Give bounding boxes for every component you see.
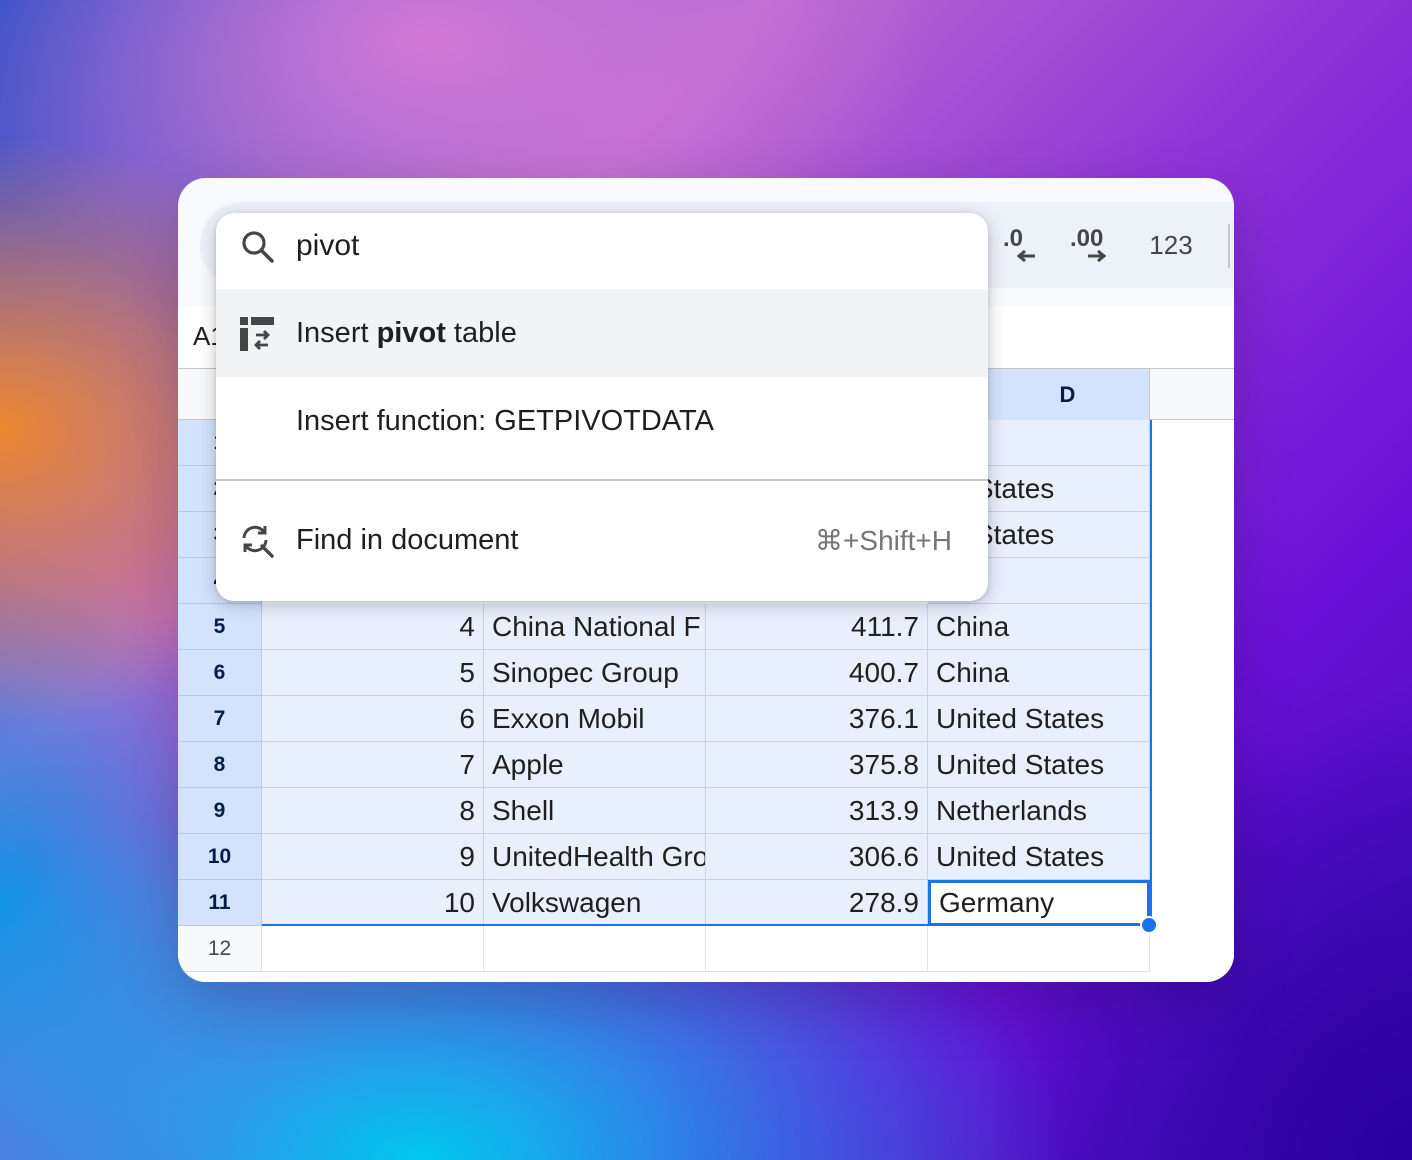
table-row: 11 10 Volkswagen 278.9 Germany (178, 880, 1234, 926)
cell-d[interactable]: United States (928, 834, 1150, 880)
cell-b[interactable]: Sinopec Group (484, 650, 706, 696)
cell-a[interactable] (262, 926, 484, 972)
increase-decimal-button[interactable]: .00 (1066, 202, 1116, 288)
find-in-document-label: Find in document (296, 523, 519, 556)
cell-d[interactable]: United States (928, 696, 1150, 742)
cell-b[interactable]: Exxon Mobil (484, 696, 706, 742)
cell-a[interactable]: 9 (262, 834, 484, 880)
row-header[interactable]: 6 (178, 650, 262, 696)
svg-text:.00: .00 (1070, 225, 1103, 252)
cell-a[interactable]: 6 (262, 696, 484, 742)
cell-d[interactable] (928, 926, 1150, 972)
find-in-document-option[interactable]: Find in document ⌘+Shift+H (216, 496, 988, 584)
cell-c[interactable]: 278.9 (706, 880, 928, 926)
cell-c[interactable] (706, 926, 928, 972)
cell-c[interactable]: 400.7 (706, 650, 928, 696)
table-row: 10 9 UnitedHealth Gro 306.6 United State… (178, 834, 1234, 880)
cell-d[interactable]: United States (928, 742, 1150, 788)
table-row: 6 5 Sinopec Group 400.7 China (178, 650, 1234, 696)
more-formats-label: 123 (1149, 229, 1193, 260)
row-header[interactable]: 12 (178, 926, 262, 972)
cell-a[interactable]: 5 (262, 650, 484, 696)
search-icon (242, 231, 274, 263)
decrease-decimal-icon: .0 (1003, 225, 1035, 263)
row-header[interactable]: 10 (178, 834, 262, 880)
cell-d[interactable]: China (928, 604, 1150, 650)
table-row: 5 4 China National F 411.7 China (178, 604, 1234, 650)
table-row: 12 (178, 926, 1234, 972)
cell-b[interactable] (484, 926, 706, 972)
cell-b[interactable]: China National F (484, 604, 706, 650)
cell-d[interactable]: China (928, 650, 1150, 696)
row-header[interactable]: 11 (178, 880, 262, 926)
pivot-table-icon (240, 317, 274, 351)
more-formats-button[interactable]: 123 (1140, 202, 1202, 288)
cell-c[interactable]: 375.8 (706, 742, 928, 788)
cell-b[interactable]: Apple (484, 742, 706, 788)
table-row: 7 6 Exxon Mobil 376.1 United States (178, 696, 1234, 742)
insert-getpivotdata-option[interactable]: Insert function: GETPIVOTDATA (216, 377, 988, 465)
cell-a[interactable]: 10 (262, 880, 484, 926)
row-header[interactable]: 8 (178, 742, 262, 788)
toolbar-divider (1228, 224, 1230, 268)
decrease-decimal-button[interactable]: .0 (998, 202, 1044, 288)
row-header[interactable]: 7 (178, 696, 262, 742)
fill-handle[interactable] (1140, 916, 1158, 934)
cell-c[interactable]: 306.6 (706, 834, 928, 880)
row-header[interactable]: 9 (178, 788, 262, 834)
cell-a[interactable]: 8 (262, 788, 484, 834)
menu-divider (216, 479, 988, 481)
increase-decimal-icon: .00 (1070, 225, 1107, 263)
svg-text:.0: .0 (1003, 225, 1023, 252)
insert-pivot-table-option[interactable]: Insert pivot table (216, 289, 988, 377)
cell-b[interactable]: Volkswagen (484, 880, 706, 926)
table-row: 8 7 Apple 375.8 United States (178, 742, 1234, 788)
search-input[interactable] (296, 223, 956, 269)
cell-b[interactable]: Shell (484, 788, 706, 834)
cell-c[interactable]: 411.7 (706, 604, 928, 650)
cell-c[interactable]: 313.9 (706, 788, 928, 834)
cell-b[interactable]: UnitedHealth Gro (484, 834, 706, 880)
cell-a[interactable]: 4 (262, 604, 484, 650)
insert-getpivotdata-label: Insert function: GETPIVOTDATA (296, 404, 714, 437)
cell-d[interactable]: Netherlands (928, 788, 1150, 834)
find-shortcut: ⌘+Shift+H (815, 524, 952, 556)
search-menus-popup: Insert pivot table Insert function: GETP… (216, 213, 988, 601)
column-header-d[interactable]: D (986, 369, 1150, 421)
insert-pivot-table-label: Insert pivot table (296, 316, 517, 349)
table-row: 9 8 Shell 313.9 Netherlands (178, 788, 1234, 834)
cell-c[interactable]: 376.1 (706, 696, 928, 742)
search-row (216, 213, 988, 279)
find-replace-icon (242, 525, 274, 558)
row-header[interactable]: 5 (178, 604, 262, 650)
cell-a[interactable]: 7 (262, 742, 484, 788)
active-cell-d11[interactable]: Germany (928, 880, 1150, 926)
